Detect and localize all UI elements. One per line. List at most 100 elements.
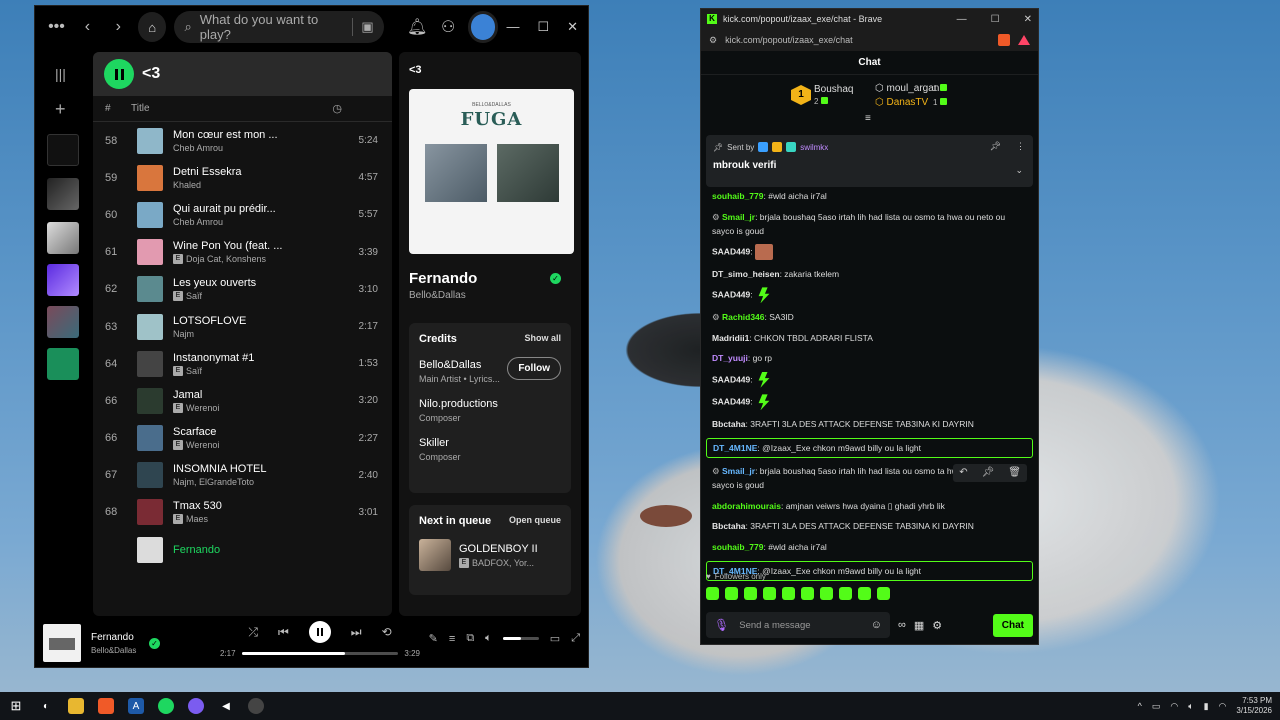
home-button[interactable]: ⌂ [137,12,167,42]
track-row[interactable]: 66 Jamal E Werenoi 3:20 [93,382,392,419]
lyrics-icon[interactable]: ≡ [449,633,455,645]
shuffle-icon[interactable]: ⤮ [248,625,258,640]
chat-message[interactable]: Bbctaha: 3RAFTI 3LA DES ATTACK DEFENSE T… [706,417,1033,431]
chat-username[interactable]: SAAD449 [712,290,750,300]
reply-icon[interactable]: ↶ [959,466,967,480]
discord-icon[interactable] [188,698,204,714]
track-title[interactable]: INSOMNIA HOTEL [173,463,338,475]
back-icon[interactable]: ‹ [76,18,99,36]
chat-username[interactable]: DT_4M1NE [713,443,757,453]
track-artist[interactable]: Doja Cat, Konshens [186,254,266,264]
track-title[interactable]: Tmax 530 [173,500,338,512]
previous-icon[interactable]: ⏮ [278,625,289,640]
app-icon[interactable]: A [128,698,144,714]
spotify-icon[interactable] [158,698,174,714]
file-explorer-icon[interactable] [68,698,84,714]
search-input[interactable]: ⌕ What do you want to play? ▣ [174,11,384,43]
track-artist[interactable]: Khaled [173,180,201,190]
top-gifter-name[interactable]: Boushaq [814,84,853,95]
settings-icon[interactable]: ⚙ [932,619,942,632]
pin-icon[interactable]: 📌︎ [982,466,995,480]
volume-icon[interactable]: 🔈︎ [485,632,492,645]
chat-username[interactable]: SAAD449 [712,374,750,384]
chat-message[interactable]: DT_yuuji: go rp [706,351,1033,365]
emote-button[interactable] [820,587,833,600]
track-artist[interactable]: Werenoi [186,403,219,413]
track-title[interactable]: Instanonymat #1 [173,352,338,364]
chat-username[interactable]: souhaib_779 [712,191,764,201]
url-text[interactable]: kick.com/popout/izaax_exe/chat [725,35,853,45]
emoji-icon[interactable]: ☺ [871,619,882,631]
track-title[interactable]: Wine Pon You (feat. ... [173,240,338,252]
maximize-icon[interactable]: ☐ [991,14,1000,25]
chat-message[interactable]: souhaib_779: #wld aicha ir7al [706,540,1033,554]
send-chat-button[interactable]: Chat [992,613,1033,637]
repeat-icon[interactable]: ⟲ [382,625,392,639]
track-row[interactable]: 59 Detni Essekra Khaled 4:57 [93,159,392,196]
friends-icon[interactable]: ⚇ [437,17,460,37]
library-icon[interactable]: ||| [55,66,73,82]
library-item[interactable] [47,134,79,166]
track-artist[interactable]: Cheb Amrou [173,143,223,153]
forward-icon[interactable]: › [107,18,130,36]
chat-username[interactable]: Smail_jr [722,466,755,476]
chat-message[interactable]: ⚙ Smail_jr: brjala boushaq 5aso irtah li… [706,464,1033,492]
emote-button[interactable] [706,587,719,600]
wifi-icon[interactable]: ◠ [1170,701,1178,712]
emote-button[interactable] [839,587,852,600]
saved-check-icon[interactable]: ✓ [149,637,160,649]
chat-message[interactable]: SAAD449: [706,371,1033,388]
bell-icon[interactable]: 🔔︎ [406,17,429,37]
show-all-link[interactable]: Show all [524,333,561,345]
chevron-down-icon[interactable]: ⌄ [1015,165,1023,176]
track-artist[interactable]: Cheb Amrou [173,217,223,227]
track-title[interactable]: Qui aurait pu prédir... [173,203,338,215]
queue-item[interactable]: GOLDENBOY II E BADFOX, Yor... [419,539,561,571]
credit-name[interactable]: Skiller [419,437,561,449]
track-title[interactable]: Fernando [173,544,338,556]
connect-device-icon[interactable]: ⧉ [466,632,474,645]
track-row[interactable]: 68 Tmax 530 E Maes 3:01 [93,494,392,531]
app-icon[interactable]: ◀ [218,698,234,714]
chat-message[interactable]: SAAD449: [706,244,1033,261]
chat-message[interactable]: DT_4M1NE: @Izaax_Exe chkon m9awd billy o… [706,437,1033,458]
chat-username[interactable]: abdorahimourais [712,501,781,511]
saved-check-icon[interactable]: ✓ [550,273,561,284]
top-gifter-name[interactable]: ⬡ moul_argan [875,83,939,94]
track-title[interactable]: Mon cœur est mon ... [173,129,338,141]
track-row[interactable]: 58 Mon cœur est mon ... Cheb Amrou 5:24 [93,122,392,159]
chat-username[interactable]: SAAD449 [712,246,750,256]
brave-rewards-icon[interactable] [1018,35,1030,45]
chat-username[interactable]: DT_yuuji [712,353,748,363]
library-item[interactable] [47,306,79,338]
library-item[interactable] [47,222,79,254]
chat-message[interactable]: ⚙ Smail_jr: brjala boushaq 5aso irtah li… [706,210,1033,238]
chat-username[interactable]: SAAD449 [712,397,750,407]
chat-message[interactable]: SAAD449: [706,394,1033,411]
track-title[interactable]: Les yeux ouverts [173,277,338,289]
track-title[interactable]: Scarface [173,426,338,438]
follow-button[interactable]: Follow [507,357,561,380]
track-title[interactable]: LOTSOFLOVE [173,315,338,327]
emote-button[interactable] [744,587,757,600]
chat-username[interactable]: DT_simo_heisen [712,269,780,279]
chat-username[interactable]: Bbctaha [712,521,746,531]
song-artist[interactable]: Bello&Dallas [409,290,571,301]
liked-songs-item[interactable] [47,264,79,296]
track-row[interactable]: 67 INSOMNIA HOTEL Najm, ElGrandeToto 2:40 [93,457,392,494]
library-item[interactable] [47,178,79,210]
saved-episodes-item[interactable] [47,348,79,380]
next-icon[interactable]: ⏭ [351,625,362,640]
delete-icon[interactable]: 🗑︎ [1008,466,1021,480]
track-artist[interactable]: Saïf [186,291,202,301]
track-title[interactable]: Jamal [173,389,338,401]
emote-button[interactable] [763,587,776,600]
chat-message[interactable]: DT_simo_heisen: zakaria tkelem [706,267,1033,281]
chat-username[interactable]: Rachid346 [722,312,765,322]
chat-message[interactable]: ⚙ Rachid346: SA3ID [706,310,1033,324]
miniplayer-icon[interactable]: ▭ [550,632,560,645]
chat-message[interactable]: SAAD449: [706,287,1033,304]
chat-username[interactable]: Bbctaha [712,419,746,429]
more-icon[interactable]: ••• [45,18,68,36]
now-playing-artist[interactable]: Bello&Dallas [91,646,149,655]
